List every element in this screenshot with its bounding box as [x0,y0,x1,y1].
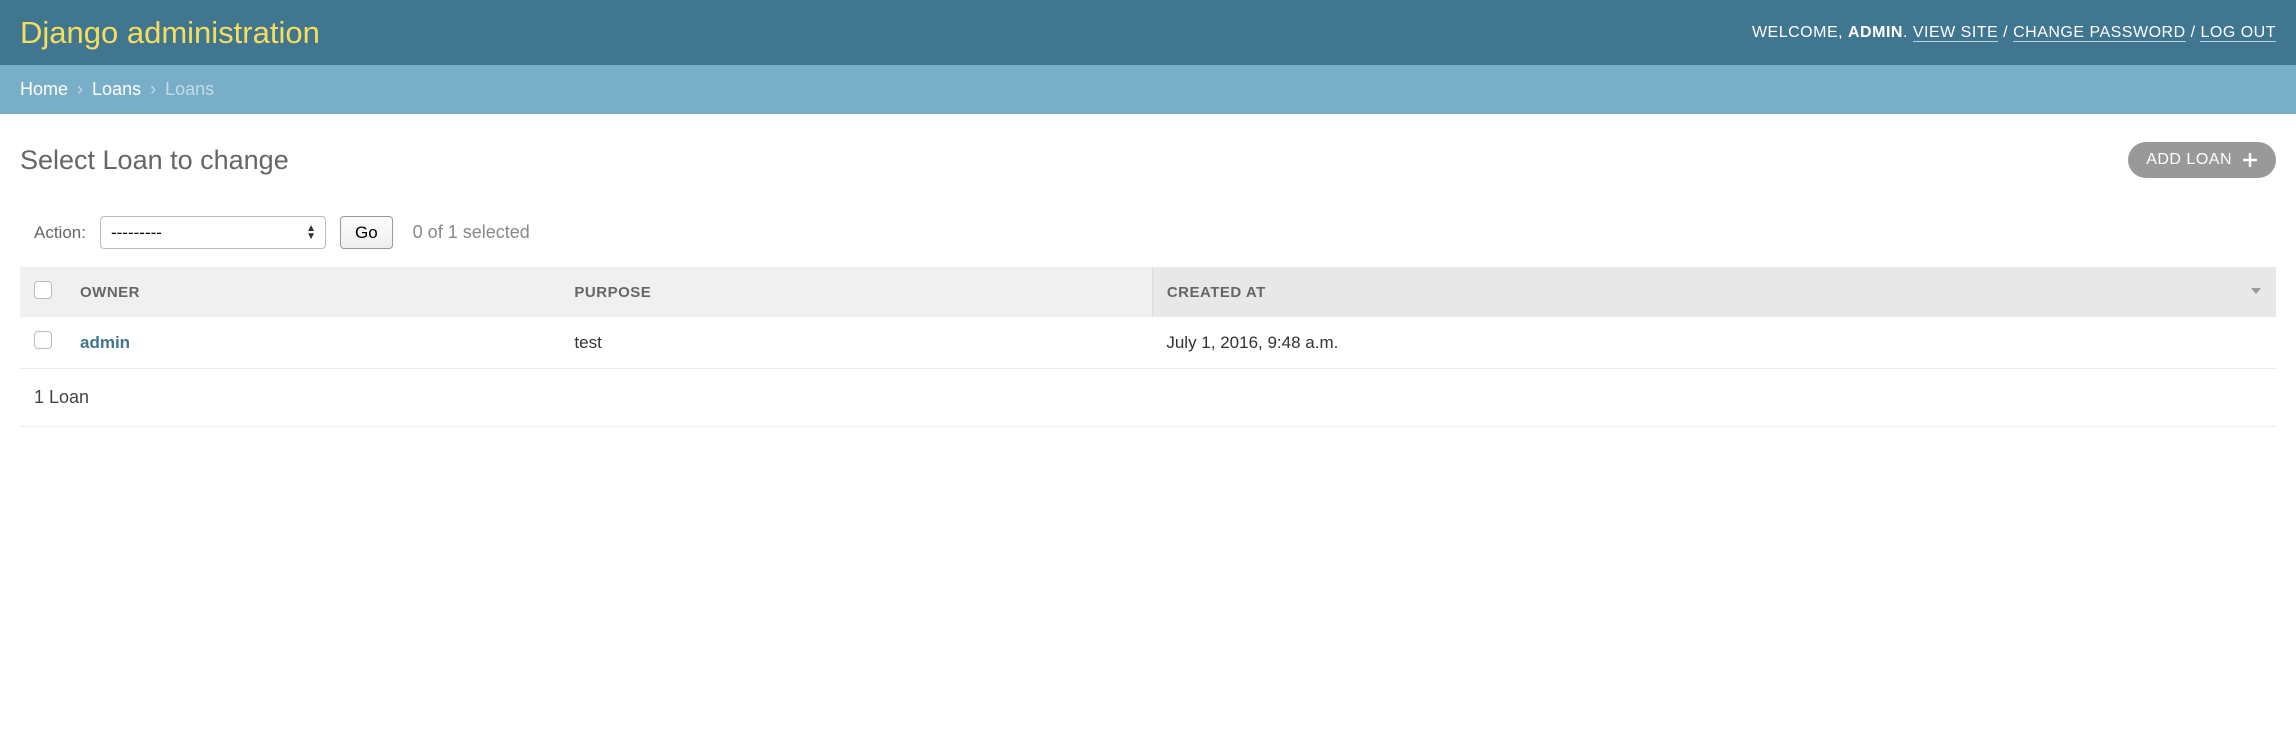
go-button[interactable]: Go [340,216,393,249]
logout-link[interactable]: LOG OUT [2200,24,2276,42]
caret-down-icon [2250,285,2262,297]
sort-descending-icon[interactable] [2250,284,2262,301]
add-loan-button[interactable]: ADD LOAN [2128,142,2276,178]
content-header: Select Loan to change ADD LOAN [20,142,2276,178]
branding: Django administration [20,15,320,51]
select-all-checkbox[interactable] [34,281,52,299]
row-checkbox[interactable] [34,331,52,349]
th-created-at[interactable]: CREATED AT [1152,267,2276,317]
slash-2: / [2186,24,2201,41]
content: Select Loan to change ADD LOAN Action: -… [0,114,2296,427]
th-purpose[interactable]: PURPOSE [560,267,1152,317]
actions-bar: Action: --------- ▲▼ Go 0 of 1 selected [20,216,2276,267]
td-select [20,317,66,369]
username: ADMIN [1848,24,1903,41]
breadcrumb-home[interactable]: Home [20,79,68,99]
breadcrumb-app[interactable]: Loans [92,79,141,99]
table-header-row: OWNER PURPOSE CREATED AT [20,267,2276,317]
plus-icon [2242,152,2258,168]
page-title: Select Loan to change [20,145,289,176]
table-row: admin test July 1, 2016, 9:48 a.m. [20,317,2276,369]
th-owner[interactable]: OWNER [66,267,560,317]
add-loan-label: ADD LOAN [2146,151,2232,169]
action-select-wrap: --------- ▲▼ [100,216,326,249]
user-tools: WELCOME, ADMIN. VIEW SITE / CHANGE PASSW… [1752,24,2276,42]
welcome-prefix: WELCOME, [1752,24,1848,41]
breadcrumb-current: Loans [165,79,214,99]
td-purpose: test [560,317,1152,369]
slash-1: / [1998,24,2013,41]
action-counter: 0 of 1 selected [413,222,530,243]
td-created-at: July 1, 2016, 9:48 a.m. [1152,317,2276,369]
changelist-table: OWNER PURPOSE CREATED AT admin test [20,267,2276,369]
breadcrumb-sep-1: › [73,79,87,99]
action-label: Action: [34,223,86,243]
view-site-link[interactable]: VIEW SITE [1913,24,1998,42]
action-select[interactable]: --------- [100,216,326,249]
row-owner-link[interactable]: admin [80,333,130,352]
dot-sep: . [1903,24,1913,41]
th-created-at-label: CREATED AT [1167,284,1266,301]
admin-header: Django administration WELCOME, ADMIN. VI… [0,0,2296,65]
th-select-all [20,267,66,317]
breadcrumb-sep-2: › [146,79,160,99]
breadcrumb: Home › Loans › Loans [0,65,2296,114]
td-owner: admin [66,317,560,369]
change-password-link[interactable]: CHANGE PASSWORD [2013,24,2186,42]
paginator: 1 Loan [20,369,2276,427]
